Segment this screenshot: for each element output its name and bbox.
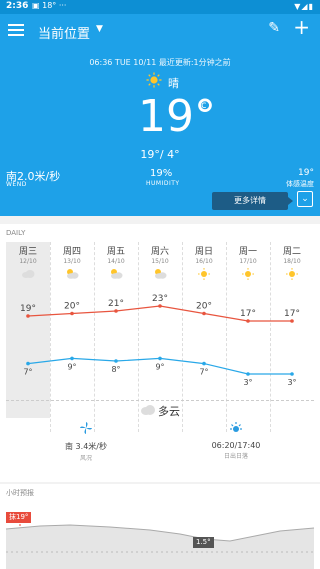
status-time: 2:36 — [6, 1, 29, 11]
status-right-icons: ▼◢▮ — [294, 2, 314, 11]
low-temp-point — [246, 372, 250, 376]
low-temp-point — [158, 356, 162, 361]
divider — [6, 400, 314, 401]
cloud-icon — [141, 405, 155, 415]
daily-forecast-card: DAILY 周三 12/10 周四 13/10 周五 14/10 周六 15/10 周日 16/1… — [0, 224, 320, 482]
wind-summary-value: 南 3.4米/秒 — [65, 442, 107, 451]
low-temp-label: 3° — [287, 378, 296, 387]
low-temp-label: 9° — [67, 362, 76, 371]
wind-label: WEND — [6, 181, 27, 188]
high-temp-label: 23° — [152, 294, 168, 304]
status-icons: ▣ 18° ··· — [32, 1, 67, 10]
fan-icon — [80, 422, 92, 434]
feels-like-value: 19° — [298, 168, 314, 178]
high-temp-label: 19° — [20, 304, 36, 314]
chevron-down-icon[interactable]: ▼ — [96, 24, 103, 34]
menu-icon[interactable] — [8, 22, 24, 38]
high-temp-point — [290, 319, 294, 323]
sunrise-summary: 06:20/17:40 日出日落 — [186, 420, 286, 460]
expand-icon[interactable]: ⌄ — [297, 191, 313, 207]
temperature-range: 19°/ 4° — [140, 148, 180, 161]
high-temp-point — [202, 311, 206, 316]
low-temp-label: 3° — [243, 378, 252, 387]
humidity-label: HUMIDITY — [146, 180, 180, 187]
current-condition: 晴 — [168, 77, 179, 90]
more-details-button[interactable]: 更多详情 — [212, 192, 288, 210]
location-title[interactable]: 当前位置 — [38, 23, 90, 42]
sunrise-summary-label: 日出日落 — [223, 453, 248, 460]
high-temp-label: 20° — [196, 302, 212, 312]
high-temp-point — [114, 309, 118, 313]
wind-summary-label: 风况 — [79, 455, 92, 462]
sunrise-summary-value: 06:20/17:40 — [211, 441, 261, 450]
hourly-low-tag: 1.5° — [193, 537, 214, 548]
high-temp-point — [246, 319, 250, 323]
add-icon[interactable]: + — [293, 17, 310, 37]
low-temp-point — [114, 359, 118, 363]
high-temp-point — [158, 304, 162, 308]
hourly-high-tag: 抹19° — [6, 512, 32, 523]
sun-icon — [146, 72, 162, 88]
high-temp-label: 21° — [108, 299, 124, 309]
low-temp-point — [70, 356, 74, 361]
app-bar: 当前位置 ▼ ✎ + — [0, 14, 320, 48]
humidity-value: 19% — [150, 168, 173, 179]
hourly-forecast-card: 小时预报 抹19° 1.5° — [0, 484, 320, 569]
magic-wand-icon[interactable]: ✎ — [268, 20, 280, 36]
hourly-graph — [5, 524, 315, 569]
update-time: 06:36 TUE 10/11 最近更新:1分钟之前 — [89, 58, 231, 67]
low-temp-label: 7° — [23, 368, 32, 377]
high-temp-label: 17° — [284, 309, 300, 319]
temperature-unit: c — [201, 100, 207, 111]
low-temp-point — [290, 372, 294, 376]
low-temp-label: 8° — [111, 365, 120, 374]
tooltip-arrow — [288, 197, 293, 205]
low-temp-point — [26, 361, 30, 366]
high-temp-label: 17° — [240, 309, 256, 319]
current-weather-panel: 06:36 TUE 10/11 最近更新:1分钟之前 晴 19° c 19°/ … — [0, 48, 320, 216]
sunrise-icon — [230, 422, 242, 432]
status-bar: 2:36 ▣ 18° ··· ▼◢▮ — [0, 0, 320, 14]
low-temp-label: 9° — [155, 362, 164, 371]
temperature-graph: 19° 7° 20° 9° 21° 8° 23° 9° 20° 7° 17° 3° 17° 3° — [20, 294, 300, 387]
high-temp-point — [70, 311, 74, 316]
feels-like-label: 体感温度 — [286, 180, 314, 188]
low-temp-point — [202, 361, 206, 366]
summary-condition: 多云 — [158, 405, 180, 418]
high-temp-label: 20° — [64, 302, 80, 312]
high-temp-point — [26, 314, 30, 318]
wind-summary: 南 3.4米/秒 风况 — [36, 420, 136, 462]
low-temp-label: 7° — [199, 368, 208, 377]
